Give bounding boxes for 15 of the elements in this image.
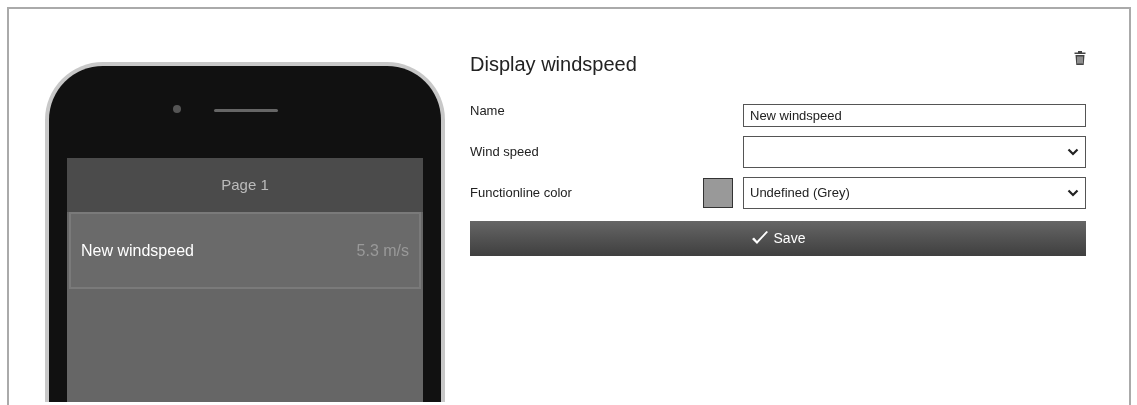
- chevron-down-icon: [1067, 188, 1079, 197]
- page-title: Page 1: [221, 174, 269, 195]
- field-label: Name: [470, 102, 505, 120]
- camera-icon: [173, 105, 181, 113]
- field-label: Functionline color: [470, 184, 572, 202]
- field-label: Wind speed: [470, 143, 539, 161]
- select-field[interactable]: [743, 135, 1086, 168]
- speaker-slot: [214, 109, 278, 112]
- checkmark-icon: [750, 230, 769, 246]
- panel-title: Display windspeed: [470, 52, 637, 77]
- trash-icon[interactable]: [1074, 50, 1086, 66]
- save-button[interactable]: Save: [470, 220, 1086, 256]
- name-input[interactable]: New windspeed: [743, 103, 1086, 127]
- chevron-down-icon: [1067, 147, 1079, 156]
- select-field[interactable]: Undefined (Grey): [743, 176, 1086, 209]
